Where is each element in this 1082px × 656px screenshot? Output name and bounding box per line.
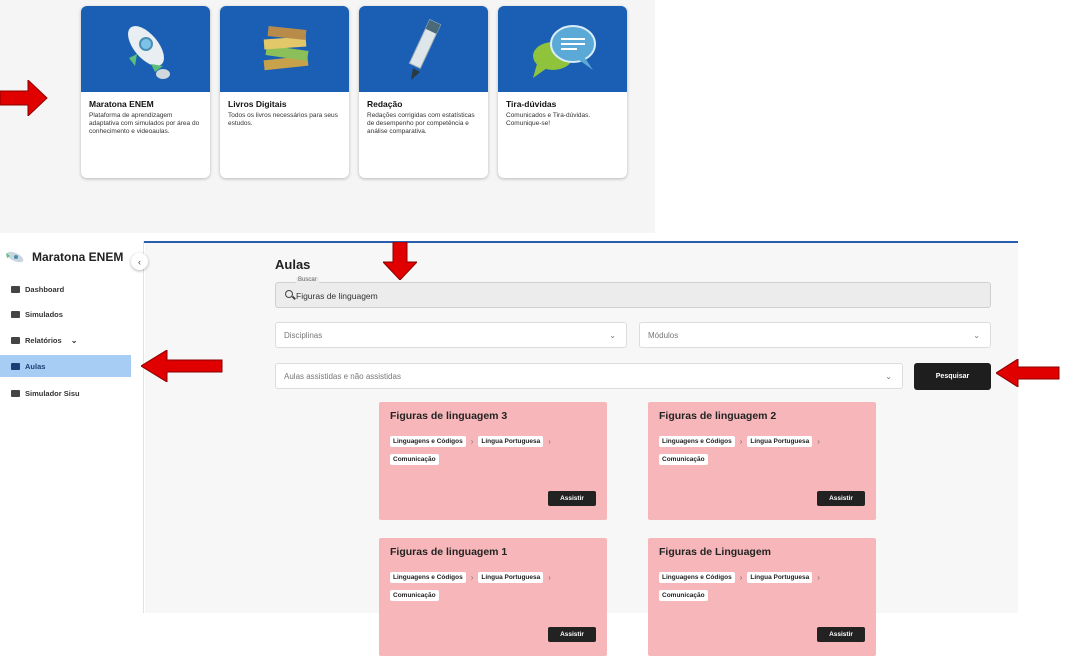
crumb-chip[interactable]: Linguagens e Códigos <box>390 436 466 447</box>
assistidas-select[interactable]: Aulas assistidas e não assistidas ⌄ <box>275 363 903 389</box>
lesson-title: Figuras de linguagem 1 <box>390 546 508 558</box>
card-description: Comunicados e Tira-dúvidas. Comunique-se… <box>506 112 591 127</box>
sidebar-item-label: Simulador Sisu <box>25 388 80 398</box>
chevron-right-icon: › <box>470 437 474 446</box>
crumb-chip[interactable]: Comunicação <box>659 590 708 601</box>
lesson-title: Figuras de linguagem 2 <box>659 410 777 422</box>
crumb-chip[interactable]: Comunicação <box>390 590 439 601</box>
crumb-chip[interactable]: Língua Portuguesa <box>747 572 813 583</box>
search-label: Buscar <box>296 277 319 283</box>
chevron-down-icon: ⌄ <box>609 331 616 340</box>
assistir-button[interactable]: Assistir <box>817 627 865 642</box>
lesson-title: Figuras de Linguagem <box>659 546 772 558</box>
lesson-breadcrumb: Linguagens e Códigos › Língua Portuguesa… <box>659 436 869 465</box>
sidebar-brand[interactable]: Maratona ENEM <box>4 249 123 265</box>
lesson-title: Figuras de linguagem 3 <box>390 410 508 422</box>
card-description: Todos os livros necessários para seus es… <box>228 112 338 127</box>
page-title: Aulas <box>275 257 311 272</box>
collapse-sidebar-button[interactable]: ‹ <box>131 253 148 270</box>
lesson-breadcrumb: Linguagens e Códigos › Língua Portuguesa… <box>390 572 600 601</box>
chevron-right-icon: › <box>817 573 820 582</box>
sidebar-item-relatorios[interactable]: Relatórios ⌄ <box>0 329 131 351</box>
lesson-card[interactable]: Figuras de linguagem 2 Linguagens e Códi… <box>648 402 876 520</box>
sidebar-item-simulados[interactable]: Simulados <box>0 303 131 325</box>
report-icon <box>11 336 20 344</box>
assistir-button[interactable]: Assistir <box>548 627 596 642</box>
sidebar-item-label: Aulas <box>25 361 46 371</box>
card-title: Tira-dúvidas <box>506 99 557 109</box>
books-icon <box>220 6 349 92</box>
lesson-card[interactable]: Figuras de linguagem 1 Linguagens e Códi… <box>379 538 607 656</box>
brand-label: Maratona ENEM <box>32 250 124 264</box>
disciplinas-select[interactable]: Disciplinas ⌄ <box>275 322 627 348</box>
pencil-icon <box>359 6 488 92</box>
chevron-right-icon: › <box>817 437 820 446</box>
lesson-card[interactable]: Figuras de linguagem 3 Linguagens e Códi… <box>379 402 607 520</box>
card-title: Redação <box>367 99 403 109</box>
sidebar-item-label: Dashboard <box>25 284 65 294</box>
card-title: Livros Digitais <box>228 99 287 109</box>
red-arrow-down-icon <box>383 242 417 280</box>
chevron-right-icon: › <box>548 573 551 582</box>
card-livros-digitais[interactable]: Livros Digitais Todos os livros necessár… <box>220 6 349 178</box>
top-divider <box>72 241 1018 243</box>
crumb-chip[interactable]: Linguagens e Códigos <box>390 572 466 583</box>
sidebar-item-simulador-sisu[interactable]: Simulador Sisu <box>0 382 131 404</box>
sidebar-item-dashboard[interactable]: Dashboard <box>0 278 131 300</box>
dashboard-icon <box>11 285 20 293</box>
lesson-card[interactable]: Figuras de Linguagem Linguagens e Código… <box>648 538 876 656</box>
sidebar-item-aulas[interactable]: Aulas <box>0 355 131 377</box>
chevron-right-icon: › <box>739 437 743 446</box>
crumb-chip[interactable]: Linguagens e Códigos <box>659 436 735 447</box>
list-icon <box>11 310 20 318</box>
select-placeholder: Disciplinas <box>284 331 323 340</box>
red-arrow-left-icon <box>996 359 1060 387</box>
chevron-down-icon: ⌄ <box>70 335 78 345</box>
red-arrow-right-icon <box>0 80 48 116</box>
card-redacao[interactable]: Redação Redações corrigidas com estatíst… <box>359 6 488 178</box>
search-value: Figuras de linguagem <box>296 291 378 301</box>
rocket-logo-icon <box>6 251 24 263</box>
chevron-right-icon: › <box>739 573 743 582</box>
modulos-select[interactable]: Módulos ⌄ <box>639 322 991 348</box>
sisu-icon <box>11 389 20 397</box>
chevron-down-icon: ⌄ <box>885 372 892 381</box>
chat-bubbles-icon <box>498 6 627 92</box>
select-placeholder: Aulas assistidas e não assistidas <box>284 372 401 381</box>
select-placeholder: Módulos <box>648 331 679 340</box>
video-icon <box>11 362 20 370</box>
lesson-breadcrumb: Linguagens e Códigos › Língua Portuguesa… <box>659 572 869 601</box>
chevron-down-icon: ⌄ <box>973 331 980 340</box>
sidebar-item-label: Simulados <box>25 309 63 319</box>
red-arrow-left-icon <box>141 350 223 382</box>
crumb-chip[interactable]: Língua Portuguesa <box>747 436 813 447</box>
lesson-breadcrumb: Linguagens e Códigos › Língua Portuguesa… <box>390 436 600 465</box>
card-tira-duvidas[interactable]: Tira-dúvidas Comunicados e Tira-dúvidas.… <box>498 6 627 178</box>
sidebar-item-label: Relatórios <box>25 335 62 345</box>
rocket-icon <box>81 6 210 92</box>
card-description: Plataforma de aprendizagem adaptativa co… <box>89 112 200 135</box>
pesquisar-button[interactable]: Pesquisar <box>914 363 991 390</box>
crumb-chip[interactable]: Comunicação <box>659 454 708 465</box>
chevron-right-icon: › <box>548 437 551 446</box>
card-description: Redações corrigidas com estatísticas de … <box>367 112 475 135</box>
crumb-chip[interactable]: Língua Portuguesa <box>478 572 544 583</box>
card-maratona-enem[interactable]: Maratona ENEM Plataforma de aprendizagem… <box>81 6 210 178</box>
assistir-button[interactable]: Assistir <box>548 491 596 506</box>
crumb-chip[interactable]: Comunicação <box>390 454 439 465</box>
assistir-button[interactable]: Assistir <box>817 491 865 506</box>
sidebar: Maratona ENEM ‹ Dashboard Simulados Rela… <box>0 241 148 613</box>
search-input[interactable]: Buscar Figuras de linguagem <box>275 277 991 308</box>
crumb-chip[interactable]: Língua Portuguesa <box>478 436 544 447</box>
crumb-chip[interactable]: Linguagens e Códigos <box>659 572 735 583</box>
card-title: Maratona ENEM <box>89 99 154 109</box>
search-icon <box>285 290 293 298</box>
chevron-right-icon: › <box>470 573 474 582</box>
